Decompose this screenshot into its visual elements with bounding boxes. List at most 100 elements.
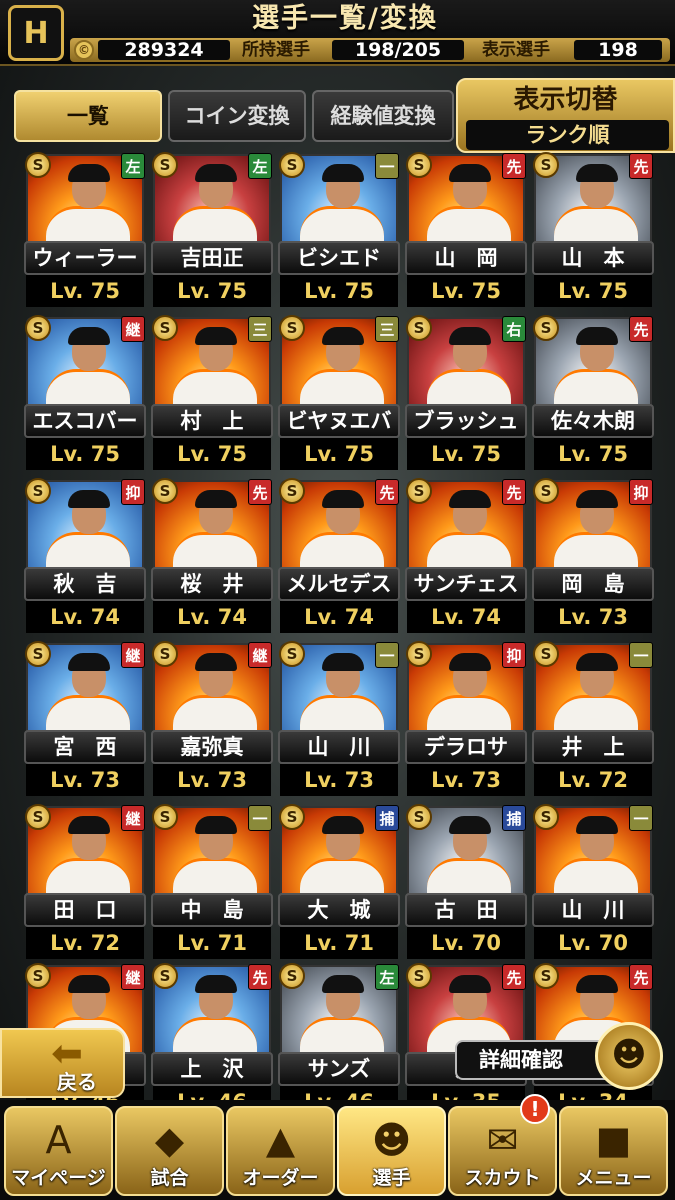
position-badge: 先	[502, 964, 526, 990]
player-card[interactable]: S 先山 岡 Lv. 75	[405, 152, 527, 309]
player-card[interactable]: S 先メルセデス Lv. 74	[278, 478, 400, 635]
player-cap	[576, 490, 618, 508]
player-card[interactable]: S左サンズLv. 46	[278, 963, 400, 1120]
coin-icon: ©	[74, 40, 94, 60]
player-name: 古 田	[405, 893, 527, 927]
tab-coin-convert[interactable]: コイン変換	[168, 90, 306, 142]
player-card[interactable]: S 三ビヤヌエバ Lv. 75	[278, 315, 400, 472]
player-card[interactable]: S 継宮 西 Lv. 73	[24, 641, 146, 798]
player-card[interactable]: S 左吉田正 Lv. 75	[151, 152, 273, 309]
player-card[interactable]: S 抑秋 吉 Lv. 74	[24, 478, 146, 635]
rank-badge-icon: S	[533, 963, 559, 989]
player-card[interactable]: S 捕古 田 Lv. 70	[405, 804, 527, 961]
rank-badge-icon: S	[279, 641, 305, 667]
player-cap	[195, 164, 237, 182]
position-badge: 継	[121, 805, 145, 831]
position-badge: 右	[502, 316, 526, 342]
displayed-players-count: 198	[574, 40, 662, 61]
position-badge: 抑	[629, 479, 653, 505]
tab-list[interactable]: 一覧	[14, 90, 162, 142]
player-level: Lv. 74	[280, 601, 398, 633]
player-card[interactable]: S 三村 上 Lv. 75	[151, 315, 273, 472]
player-card[interactable]: S 継エスコバー Lv. 75	[24, 315, 146, 472]
position-badge: 先	[248, 964, 272, 990]
rank-badge-icon: S	[152, 804, 178, 830]
rank-badge-icon: S	[406, 804, 432, 830]
player-name: 井 上	[532, 730, 654, 764]
position-badge: 抑	[502, 642, 526, 668]
nav-menu[interactable]: ■ メニュー	[559, 1106, 668, 1196]
player-name: 上 沢	[151, 1052, 273, 1086]
player-name: 宮 西	[24, 730, 146, 764]
back-button[interactable]: ⬅ 戻る	[0, 1028, 125, 1098]
player-level: Lv. 73	[26, 764, 144, 796]
display-toggle-button[interactable]: 表示切替 ランク順	[456, 78, 675, 153]
player-level: Lv. 72	[534, 764, 652, 796]
player-card[interactable]: S 一中 島 Lv. 71	[151, 804, 273, 961]
player-card[interactable]: S 捕大 城 Lv. 71	[278, 804, 400, 961]
player-cap	[195, 490, 237, 508]
player-card[interactable]: S 先山 本 Lv. 75	[532, 152, 654, 309]
display-toggle-title: 表示切替	[513, 85, 618, 115]
rank-badge-icon: S	[533, 478, 559, 504]
player-level: Lv. 71	[153, 927, 271, 959]
player-cap	[576, 327, 618, 345]
player-card[interactable]: S 先サンチェス Lv. 74	[405, 478, 527, 635]
rank-badge-icon: S	[406, 641, 432, 667]
player-cap	[322, 164, 364, 182]
rank-badge-icon: S	[406, 152, 432, 178]
rank-badge-icon: S	[279, 804, 305, 830]
nav-game[interactable]: ◆ 試合	[115, 1106, 224, 1196]
player-card[interactable]: S 継嘉弥真 Lv. 73	[151, 641, 273, 798]
position-badge: 継	[121, 316, 145, 342]
player-name: 中 島	[151, 893, 273, 927]
rank-badge-icon: S	[25, 804, 51, 830]
position-badge: 左	[375, 964, 399, 990]
nav-label: メニュー	[575, 1167, 652, 1189]
player-card[interactable]: S 先桜 井 Lv. 74	[151, 478, 273, 635]
player-cap	[322, 490, 364, 508]
player-card[interactable]: S 継田 口 Lv. 72	[24, 804, 146, 961]
player-card[interactable]: S 一井 上 Lv. 72	[532, 641, 654, 798]
nav-mypage[interactable]: A マイページ	[4, 1106, 113, 1196]
rank-badge-icon: S	[152, 315, 178, 341]
player-card[interactable]: S 先佐々木朗 Lv. 75	[532, 315, 654, 472]
position-badge: 先	[375, 479, 399, 505]
position-badge: 一	[375, 642, 399, 668]
player-card[interactable]: S 左ウィーラー Lv. 75	[24, 152, 146, 309]
player-cap	[576, 164, 618, 182]
player-level: Lv. 75	[153, 275, 271, 307]
nav-players[interactable]: ☻ 選手	[337, 1106, 446, 1196]
menu-icon: ■	[595, 1118, 632, 1162]
position-badge: 継	[248, 642, 272, 668]
player-card[interactable]: S 抑岡 島 Lv. 73	[532, 478, 654, 635]
player-level: Lv. 75	[153, 438, 271, 470]
rank-badge-icon: S	[25, 315, 51, 341]
player-card[interactable]: S 一ビシエド Lv. 75	[278, 152, 400, 309]
player-name: デラロサ	[405, 730, 527, 764]
detail-check-button[interactable]: 詳細確認 ☻	[455, 1022, 665, 1090]
player-level: Lv. 75	[534, 275, 652, 307]
nav-label: マイページ	[11, 1167, 106, 1189]
rank-badge-icon: S	[25, 478, 51, 504]
player-card[interactable]: S先上 沢Lv. 46	[151, 963, 273, 1120]
player-level: Lv. 75	[26, 275, 144, 307]
notification-badge: !	[520, 1094, 550, 1124]
rank-badge-icon: S	[152, 641, 178, 667]
player-card[interactable]: S 右ブラッシュ Lv. 75	[405, 315, 527, 472]
player-level: Lv. 73	[153, 764, 271, 796]
position-badge: 先	[502, 479, 526, 505]
position-badge: 一	[375, 153, 399, 179]
player-card[interactable]: S 抑デラロサ Lv. 73	[405, 641, 527, 798]
player-level: Lv. 73	[407, 764, 525, 796]
tab-exp-convert[interactable]: 経験値変換	[312, 90, 454, 142]
player-level: Lv. 75	[534, 438, 652, 470]
player-card[interactable]: S 一山 川 Lv. 70	[532, 804, 654, 961]
player-cap	[68, 490, 110, 508]
a-logo-icon: A	[45, 1118, 72, 1162]
nav-order[interactable]: ▲ オーダー	[226, 1106, 335, 1196]
player-card[interactable]: S 一山 川 Lv. 73	[278, 641, 400, 798]
player-cap	[449, 490, 491, 508]
player-cap	[449, 816, 491, 834]
rank-badge-icon: S	[533, 315, 559, 341]
